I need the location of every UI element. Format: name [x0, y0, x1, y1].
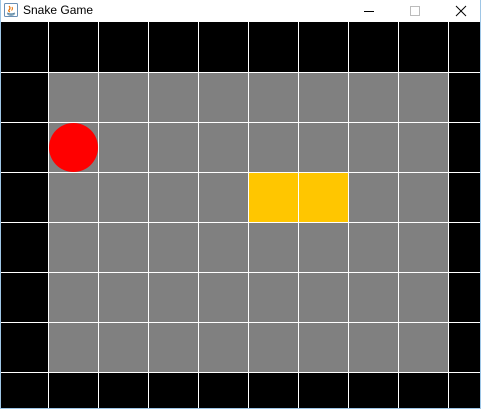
- snake-head: [248, 172, 298, 222]
- food-apple: [49, 123, 98, 172]
- grid-line-vertical: [298, 22, 299, 408]
- grid-line-horizontal: [1, 272, 480, 273]
- grid-line-vertical: [248, 22, 249, 408]
- grid-line-vertical: [148, 22, 149, 408]
- minimize-button[interactable]: [346, 0, 392, 22]
- grid-line-horizontal: [1, 122, 480, 123]
- grid-line-horizontal: [1, 322, 480, 323]
- grid-line-vertical: [198, 22, 199, 408]
- close-icon: [455, 5, 467, 17]
- grid-line-horizontal: [1, 72, 480, 73]
- grid-line-vertical: [48, 22, 49, 408]
- maximize-button[interactable]: [392, 0, 438, 22]
- java-app-icon: [4, 3, 18, 17]
- grid-line-vertical: [98, 22, 99, 408]
- minimize-icon: [364, 11, 374, 12]
- title-bar[interactable]: Snake Game: [1, 0, 480, 22]
- snake-segment: [298, 172, 348, 222]
- grid-line-horizontal: [1, 372, 480, 373]
- grid-line-vertical: [398, 22, 399, 408]
- window-title: Snake Game: [23, 3, 94, 17]
- maximize-icon: [410, 6, 420, 16]
- grid-line-horizontal: [1, 222, 480, 223]
- grid-line-vertical: [448, 22, 449, 408]
- game-window: Snake Game: [0, 0, 481, 409]
- grid-line-horizontal: [1, 172, 480, 173]
- game-board[interactable]: [1, 22, 480, 408]
- close-button[interactable]: [438, 0, 481, 22]
- grid-line-vertical: [348, 22, 349, 408]
